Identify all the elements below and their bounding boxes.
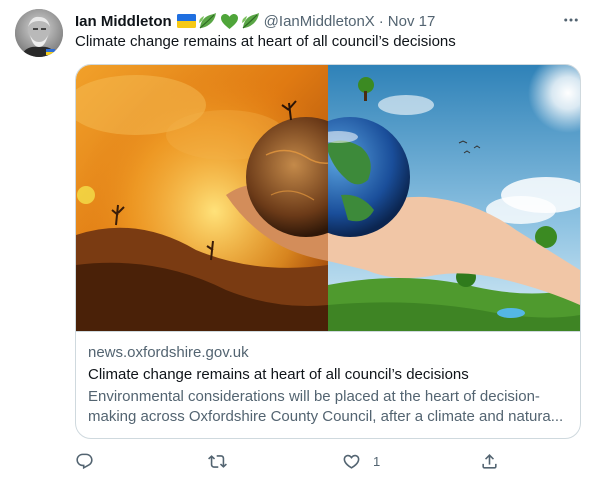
author-handle[interactable]: @IanMiddletonX xyxy=(264,13,375,30)
link-card[interactable]: news.oxfordshire.gov.uk Climate change r… xyxy=(75,64,581,439)
tweet[interactable]: Ian Middleton @IanMiddletonX · Nov 17 Cl… xyxy=(0,0,602,480)
card-description: Environmental considerations will be pla… xyxy=(88,388,564,425)
heart-icon xyxy=(343,454,360,469)
retweet-button[interactable] xyxy=(208,449,239,473)
leaf-icon xyxy=(198,13,216,29)
author-name[interactable]: Ian Middleton xyxy=(75,13,172,30)
tweet-date[interactable]: Nov 17 xyxy=(388,13,436,30)
share-icon xyxy=(482,453,497,469)
leaf-icon xyxy=(241,13,259,29)
reply-button[interactable] xyxy=(75,449,106,473)
card-title: Climate change remains at heart of all c… xyxy=(88,366,469,383)
card-divider xyxy=(76,331,580,332)
like-button[interactable]: 1 xyxy=(342,449,380,473)
tweet-actions: 1 xyxy=(75,449,505,473)
name-badges xyxy=(176,12,261,30)
share-button[interactable] xyxy=(480,449,511,473)
more-options-icon[interactable] xyxy=(560,9,582,31)
tweet-text: Climate change remains at heart of all c… xyxy=(75,33,456,50)
card-image[interactable] xyxy=(76,65,580,331)
green-heart-icon xyxy=(220,13,238,29)
separator-dot: · xyxy=(378,12,384,30)
avatar[interactable] xyxy=(15,9,63,57)
ukraine-flag-icon xyxy=(176,14,196,28)
card-body[interactable]: news.oxfordshire.gov.uk Climate change r… xyxy=(88,343,570,427)
tweet-header: Ian Middleton @IanMiddletonX · Nov 17 xyxy=(75,11,582,31)
reply-icon xyxy=(76,453,93,469)
like-count: 1 xyxy=(373,453,381,469)
card-domain: news.oxfordshire.gov.uk xyxy=(88,344,249,361)
retweet-icon xyxy=(208,454,227,468)
